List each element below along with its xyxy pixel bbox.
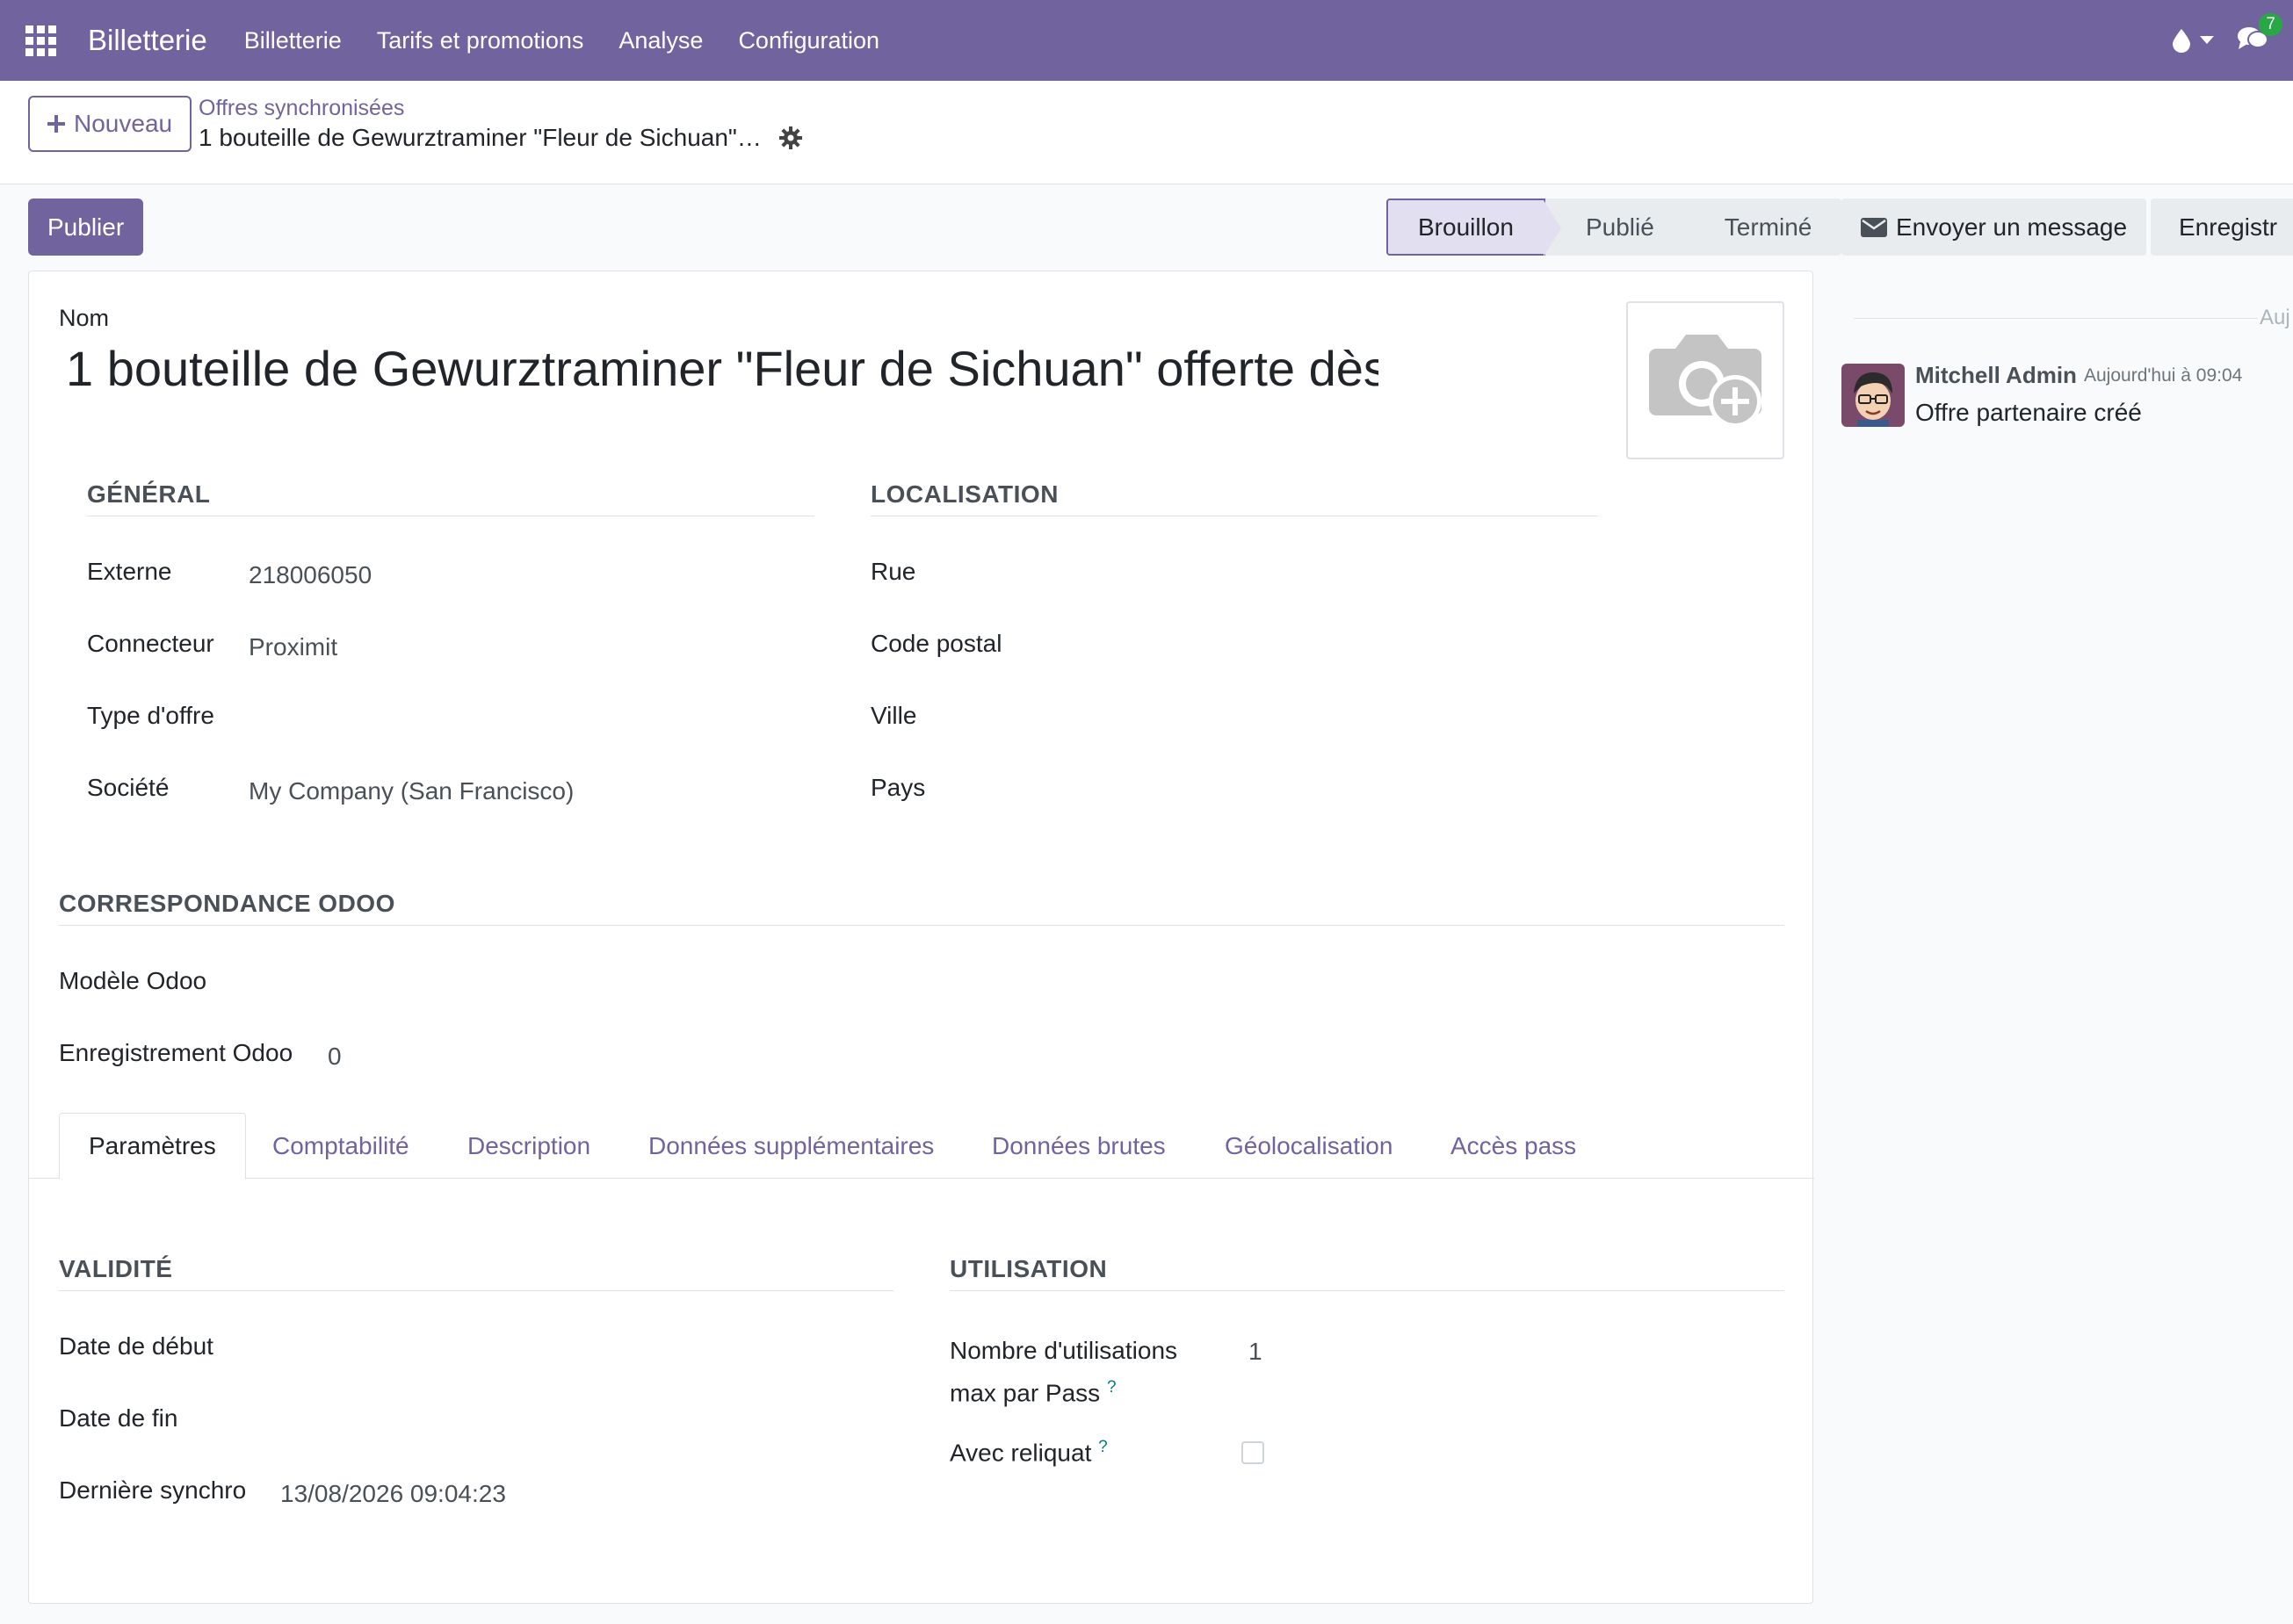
stage-brouillon-label: Brouillon: [1418, 213, 1514, 241]
help-icon[interactable]: ?: [1107, 1378, 1117, 1397]
externe-label: Externe: [87, 558, 172, 585]
gear-icon[interactable]: [778, 126, 802, 149]
tab-comptabilite[interactable]: Comptabilité: [243, 1113, 438, 1179]
stage-publie[interactable]: Publié: [1544, 198, 1702, 256]
breadcrumb-current-label: 1 bouteille de Gewurztraminer "Fleur de …: [199, 124, 762, 151]
message-author[interactable]: Mitchell Admin: [1915, 362, 2077, 389]
max-utilisations-label-line2: max par Pass: [950, 1379, 1101, 1407]
tab-donnees-brutes[interactable]: Données brutes: [963, 1113, 1195, 1179]
section-localisation-title: LOCALISATION: [871, 480, 1598, 516]
ville-label: Ville: [871, 702, 917, 729]
breadcrumb-parent[interactable]: Offres synchronisées: [199, 96, 404, 121]
user-avatar-icon: [1841, 364, 1905, 427]
message-timestamp: Aujourd'hui à 09:04: [2084, 365, 2243, 386]
section-correspondance-title: CORRESPONDANCE ODOO: [59, 890, 1784, 926]
send-message-button[interactable]: Envoyer un message: [1841, 198, 2147, 256]
type-offre-label: Type d'offre: [87, 702, 214, 729]
messaging-button[interactable]: 7: [2237, 12, 2282, 56]
tab-description[interactable]: Description: [438, 1113, 619, 1179]
menu-configuration[interactable]: Configuration: [738, 27, 879, 54]
caret-down-icon: [2200, 36, 2214, 44]
date-debut-label: Date de début: [59, 1332, 213, 1360]
stage-publie-label: Publié: [1585, 213, 1654, 241]
tab-parametres[interactable]: Paramètres: [59, 1113, 246, 1180]
max-utilisations-label-line1: Nombre d'utilisations: [950, 1337, 1178, 1364]
breadcrumb-current: 1 bouteille de Gewurztraminer "Fleur de …: [199, 124, 802, 152]
grid-icon: [25, 25, 56, 56]
derniere-synchro-label: Dernière synchro: [59, 1476, 247, 1504]
tab-acces-pass[interactable]: Accès pass: [1421, 1113, 1605, 1179]
max-utilisations-label: Nombre d'utilisations max par Pass ?: [950, 1332, 1177, 1411]
enregistrement-odoo-value[interactable]: 0: [328, 1043, 342, 1071]
drop-icon: [2173, 29, 2190, 53]
avec-reliquat-checkbox[interactable]: [1241, 1441, 1264, 1464]
menu-tarifs-promotions[interactable]: Tarifs et promotions: [377, 27, 584, 54]
avatar[interactable]: [1841, 364, 1905, 427]
new-button[interactable]: Nouveau: [28, 96, 192, 152]
section-general-title: GÉNÉRAL: [87, 480, 814, 516]
chatter-date-divider: [1854, 318, 2258, 319]
top-navbar: Billetterie Billetterie Tarifs et promot…: [0, 0, 2293, 81]
app-brand[interactable]: Billetterie: [88, 24, 207, 57]
menu-analyse[interactable]: Analyse: [618, 27, 703, 54]
modele-odoo-label: Modèle Odoo: [59, 967, 207, 994]
pays-label: Pays: [871, 774, 926, 801]
chatter-date-separator: Auj: [2260, 306, 2290, 329]
enregistrement-odoo-label: Enregistrement Odoo: [59, 1039, 293, 1066]
connecteur-label: Connecteur: [87, 630, 214, 657]
section-utilisation-title: UTILISATION: [950, 1255, 1784, 1291]
code-postal-label: Code postal: [871, 630, 1002, 657]
notebook-tabs: Paramètres Comptabilité Description Donn…: [29, 1113, 1814, 1180]
help-icon[interactable]: ?: [1098, 1438, 1108, 1456]
tab-geolocalisation[interactable]: Géolocalisation: [1196, 1113, 1421, 1179]
stage-brouillon[interactable]: Brouillon: [1386, 198, 1561, 256]
name-input[interactable]: 1 bouteille de Gewurztraminer "Fleur de …: [66, 340, 1378, 397]
stage-termine-label: Terminé: [1724, 213, 1812, 241]
stage-termine[interactable]: Terminé: [1683, 198, 1842, 256]
envelope-icon: [1861, 217, 1887, 237]
message-body: Offre partenaire créé: [1915, 399, 2142, 426]
externe-value[interactable]: 218006050: [249, 561, 372, 589]
plus-icon: [47, 115, 65, 133]
societe-label: Société: [87, 774, 170, 801]
name-label: Nom: [59, 305, 110, 331]
derniere-synchro-value[interactable]: 13/08/2026 09:04:23: [280, 1480, 506, 1508]
tab-donnees-supplementaires[interactable]: Données supplémentaires: [619, 1113, 963, 1179]
activity-dropdown[interactable]: [2172, 28, 2214, 53]
new-button-label: Nouveau: [74, 110, 173, 137]
avec-reliquat-label: Avec reliquat ?: [950, 1438, 1108, 1467]
camera-plus-icon: [1649, 335, 1761, 428]
send-message-label: Envoyer un message: [1896, 213, 2128, 241]
app-switcher[interactable]: [0, 0, 81, 81]
section-validite-title: VALIDITÉ: [59, 1255, 893, 1291]
menu-billetterie[interactable]: Billetterie: [244, 27, 342, 54]
avec-reliquat-label-text: Avec reliquat: [950, 1439, 1092, 1467]
status-bar: Brouillon Publié Terminé: [1386, 198, 1842, 256]
messages-count-badge: 7: [2259, 12, 2282, 36]
publish-button[interactable]: Publier: [28, 198, 144, 256]
societe-value[interactable]: My Company (San Francisco): [249, 777, 574, 805]
rue-label: Rue: [871, 558, 916, 585]
control-panel: Nouveau Offres synchronisées 1 bouteille…: [0, 81, 2293, 184]
connecteur-value[interactable]: Proximit: [249, 633, 337, 661]
max-utilisations-value[interactable]: 1: [1248, 1338, 1262, 1366]
log-note-label: Enregistr: [2179, 213, 2278, 241]
log-note-button[interactable]: Enregistr: [2151, 198, 2293, 256]
date-fin-label: Date de fin: [59, 1404, 178, 1432]
form-sheet: Nom 1 bouteille de Gewurztraminer "Fleur…: [28, 271, 1814, 1604]
image-upload[interactable]: [1626, 301, 1784, 459]
